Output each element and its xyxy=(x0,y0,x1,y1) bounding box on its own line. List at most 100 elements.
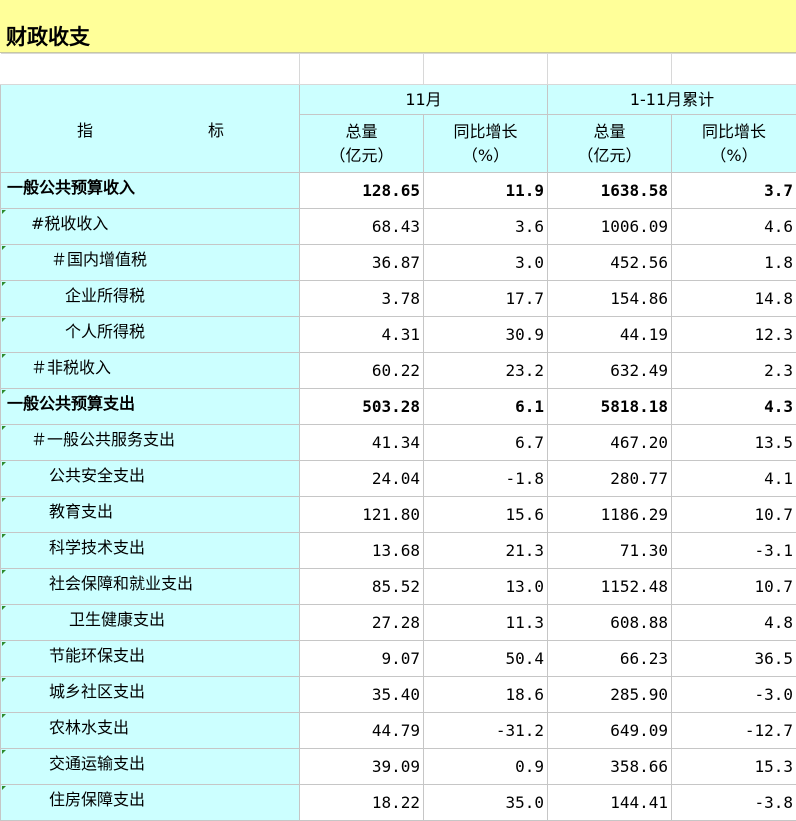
cumulative-growth-cell[interactable]: 10.7 xyxy=(671,496,796,533)
cumulative-header[interactable]: 1-11月累计 xyxy=(547,84,796,115)
month-growth-cell[interactable]: 11.3 xyxy=(423,604,548,641)
cumulative-growth-cell[interactable]: 14.8 xyxy=(671,280,796,317)
cumulative-growth-cell[interactable]: -3.8 xyxy=(671,784,796,821)
cumulative-growth-cell[interactable]: -3.1 xyxy=(671,532,796,569)
month-total-cell[interactable]: 85.52 xyxy=(299,568,424,605)
row-label-cell[interactable]: ＃国内增值税 xyxy=(0,244,300,281)
month-growth-cell[interactable]: 50.4 xyxy=(423,640,548,677)
cumulative-growth-cell[interactable]: -3.0 xyxy=(671,676,796,713)
cumulative-growth-cell[interactable]: 4.1 xyxy=(671,460,796,497)
cumulative-growth-header[interactable]: 同比增长 （%） xyxy=(671,114,796,173)
month-total-header[interactable]: 总量 （亿元） xyxy=(299,114,424,173)
cumulative-growth-cell[interactable]: 4.8 xyxy=(671,604,796,641)
month-total-cell[interactable]: 18.22 xyxy=(299,784,424,821)
cumulative-total-cell[interactable]: 632.49 xyxy=(547,352,672,389)
row-label-cell[interactable]: 交通运输支出 xyxy=(0,748,300,785)
cell[interactable] xyxy=(671,53,796,85)
cumulative-total-cell[interactable]: 1152.48 xyxy=(547,568,672,605)
cumulative-growth-cell[interactable]: 3.7 xyxy=(671,172,796,209)
month-total-cell[interactable]: 3.78 xyxy=(299,280,424,317)
month-total-cell[interactable]: 60.22 xyxy=(299,352,424,389)
cumulative-total-cell[interactable]: 467.20 xyxy=(547,424,672,461)
month-total-cell[interactable]: 35.40 xyxy=(299,676,424,713)
cumulative-growth-cell[interactable]: 13.5 xyxy=(671,424,796,461)
row-label-cell[interactable]: 个人所得税 xyxy=(0,316,300,353)
cumulative-growth-cell[interactable]: 12.3 xyxy=(671,316,796,353)
month-growth-cell[interactable]: 3.0 xyxy=(423,244,548,281)
month-total-cell[interactable]: 44.79 xyxy=(299,712,424,749)
month-growth-cell[interactable]: 6.1 xyxy=(423,388,548,425)
row-label-cell[interactable]: 城乡社区支出 xyxy=(0,676,300,713)
month-growth-cell[interactable]: 23.2 xyxy=(423,352,548,389)
title-bar[interactable]: 财政收支 xyxy=(0,0,796,53)
month-growth-cell[interactable]: 17.7 xyxy=(423,280,548,317)
indicator-header[interactable]: 指 标 xyxy=(0,84,300,173)
cell[interactable] xyxy=(423,53,548,85)
month-total-cell[interactable]: 68.43 xyxy=(299,208,424,245)
month-growth-cell[interactable]: 6.7 xyxy=(423,424,548,461)
row-label-cell[interactable]: 企业所得税 xyxy=(0,280,300,317)
cumulative-total-header[interactable]: 总量 （亿元） xyxy=(547,114,672,173)
month-total-cell[interactable]: 503.28 xyxy=(299,388,424,425)
cumulative-growth-cell[interactable]: 4.3 xyxy=(671,388,796,425)
month-growth-cell[interactable]: -1.8 xyxy=(423,460,548,497)
month-growth-cell[interactable]: -31.2 xyxy=(423,712,548,749)
cumulative-total-cell[interactable]: 66.23 xyxy=(547,640,672,677)
cumulative-total-cell[interactable]: 285.90 xyxy=(547,676,672,713)
cumulative-total-cell[interactable]: 1186.29 xyxy=(547,496,672,533)
month-total-cell[interactable]: 121.80 xyxy=(299,496,424,533)
month-total-cell[interactable]: 36.87 xyxy=(299,244,424,281)
cumulative-total-cell[interactable]: 144.41 xyxy=(547,784,672,821)
cumulative-growth-cell[interactable]: 10.7 xyxy=(671,568,796,605)
month-growth-cell[interactable]: 15.6 xyxy=(423,496,548,533)
month-total-cell[interactable]: 128.65 xyxy=(299,172,424,209)
cumulative-growth-cell[interactable]: 15.3 xyxy=(671,748,796,785)
cumulative-growth-cell[interactable]: 2.3 xyxy=(671,352,796,389)
month-growth-cell[interactable]: 13.0 xyxy=(423,568,548,605)
month-total-cell[interactable]: 24.04 xyxy=(299,460,424,497)
month-growth-cell[interactable]: 35.0 xyxy=(423,784,548,821)
cumulative-total-cell[interactable]: 608.88 xyxy=(547,604,672,641)
cumulative-total-cell[interactable]: 649.09 xyxy=(547,712,672,749)
month-growth-cell[interactable]: 18.6 xyxy=(423,676,548,713)
month-total-cell[interactable]: 41.34 xyxy=(299,424,424,461)
row-label-cell[interactable]: 教育支出 xyxy=(0,496,300,533)
cumulative-total-cell[interactable]: 358.66 xyxy=(547,748,672,785)
row-label-cell[interactable]: ＃非税收入 xyxy=(0,352,300,389)
month-total-cell[interactable]: 4.31 xyxy=(299,316,424,353)
cumulative-total-cell[interactable]: 5818.18 xyxy=(547,388,672,425)
cumulative-total-cell[interactable]: 280.77 xyxy=(547,460,672,497)
row-label-cell[interactable]: 一般公共预算收入 xyxy=(0,172,300,209)
month-total-cell[interactable]: 27.28 xyxy=(299,604,424,641)
cumulative-growth-cell[interactable]: -12.7 xyxy=(671,712,796,749)
month-growth-header[interactable]: 同比增长 （%） xyxy=(423,114,548,173)
month-growth-cell[interactable]: 3.6 xyxy=(423,208,548,245)
row-label-cell[interactable]: 卫生健康支出 xyxy=(0,604,300,641)
cumulative-total-cell[interactable]: 1638.58 xyxy=(547,172,672,209)
row-label-cell[interactable]: ＃一般公共服务支出 xyxy=(0,424,300,461)
cumulative-growth-cell[interactable]: 4.6 xyxy=(671,208,796,245)
month-growth-cell[interactable]: 11.9 xyxy=(423,172,548,209)
month-total-cell[interactable]: 9.07 xyxy=(299,640,424,677)
cumulative-total-cell[interactable]: 44.19 xyxy=(547,316,672,353)
cell[interactable] xyxy=(0,53,300,85)
cumulative-growth-cell[interactable]: 1.8 xyxy=(671,244,796,281)
cell[interactable] xyxy=(547,53,672,85)
row-label-cell[interactable]: 科学技术支出 xyxy=(0,532,300,569)
row-label-cell[interactable]: 社会保障和就业支出 xyxy=(0,568,300,605)
row-label-cell[interactable]: 农林水支出 xyxy=(0,712,300,749)
cumulative-total-cell[interactable]: 71.30 xyxy=(547,532,672,569)
month-growth-cell[interactable]: 30.9 xyxy=(423,316,548,353)
month-total-cell[interactable]: 39.09 xyxy=(299,748,424,785)
month-growth-cell[interactable]: 21.3 xyxy=(423,532,548,569)
month-header[interactable]: 11月 xyxy=(299,84,548,115)
cell[interactable] xyxy=(299,53,424,85)
cumulative-total-cell[interactable]: 154.86 xyxy=(547,280,672,317)
row-label-cell[interactable]: 节能环保支出 xyxy=(0,640,300,677)
row-label-cell[interactable]: 一般公共预算支出 xyxy=(0,388,300,425)
row-label-cell[interactable]: 住房保障支出 xyxy=(0,784,300,821)
month-total-cell[interactable]: 13.68 xyxy=(299,532,424,569)
cumulative-total-cell[interactable]: 452.56 xyxy=(547,244,672,281)
month-growth-cell[interactable]: 0.9 xyxy=(423,748,548,785)
cumulative-total-cell[interactable]: 1006.09 xyxy=(547,208,672,245)
